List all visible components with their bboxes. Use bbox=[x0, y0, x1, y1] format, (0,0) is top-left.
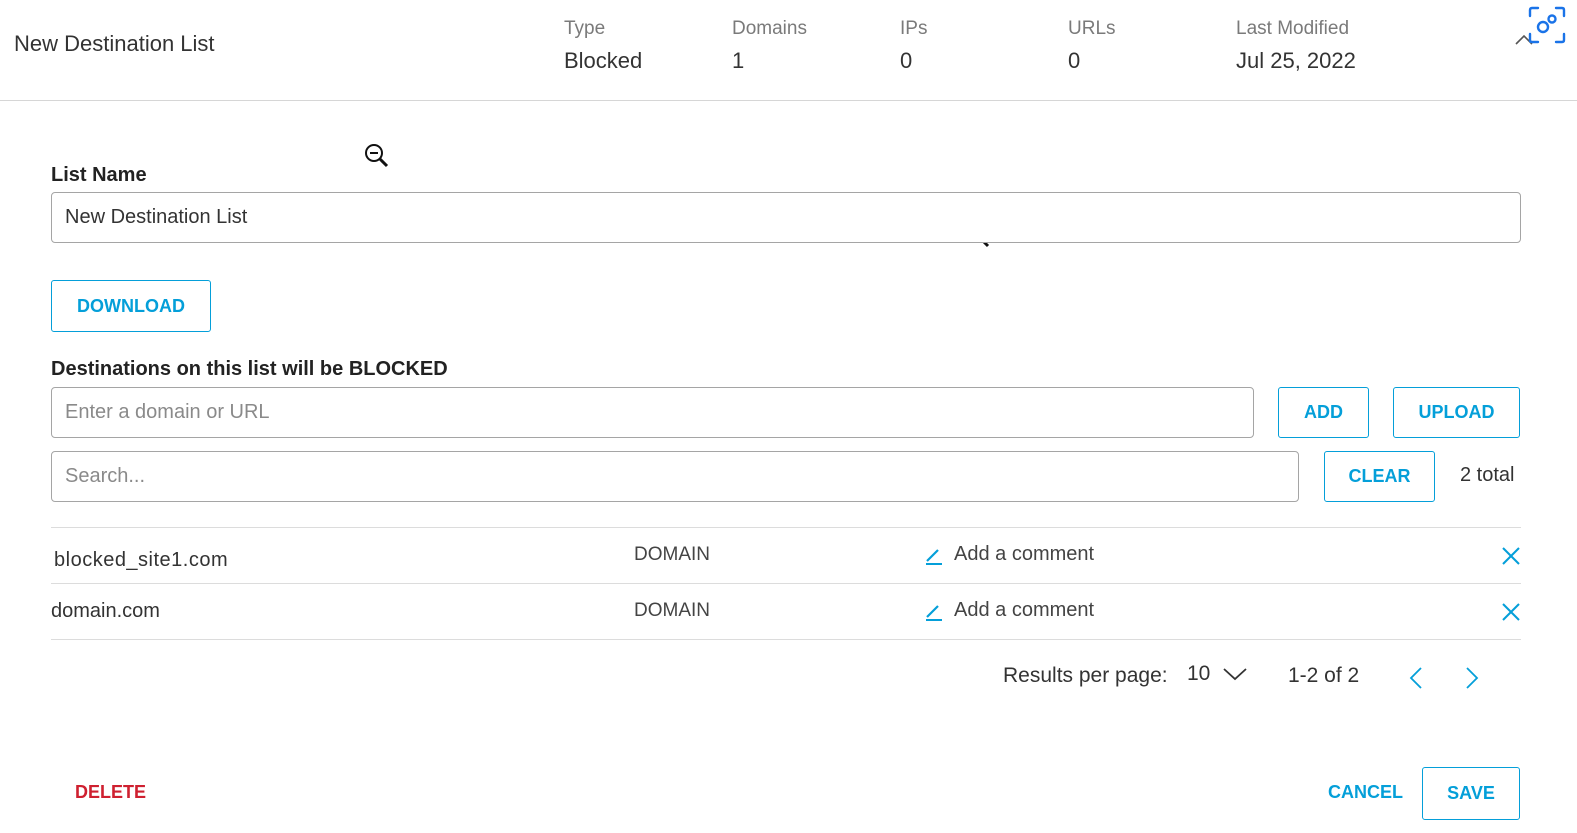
table-divider bbox=[51, 639, 1521, 640]
results-per-page-value: 10 bbox=[1187, 662, 1211, 685]
screen-capture-icon[interactable] bbox=[1526, 4, 1568, 46]
table-divider bbox=[51, 527, 1521, 528]
list-name-input[interactable] bbox=[51, 192, 1521, 243]
add-comment-link[interactable]: Add a comment bbox=[924, 599, 1094, 622]
pencil-icon bbox=[926, 604, 942, 621]
meta-type-label: Type bbox=[564, 18, 606, 39]
destination-cell: blocked_site1.com bbox=[54, 549, 229, 571]
type-cell: DOMAIN bbox=[634, 544, 710, 565]
list-title: New Destination List bbox=[14, 31, 215, 56]
meta-ips-label: IPs bbox=[900, 18, 928, 39]
total-count: 2 total bbox=[1460, 464, 1515, 486]
close-icon[interactable] bbox=[1500, 601, 1522, 623]
results-per-page-select[interactable]: 10 bbox=[1187, 662, 1248, 686]
pencil-icon bbox=[926, 548, 942, 565]
delete-button[interactable]: DELETE bbox=[75, 782, 146, 803]
list-name-label: List Name bbox=[51, 164, 147, 186]
table-divider bbox=[51, 583, 1521, 584]
zoom-out-cursor-icon bbox=[365, 144, 389, 168]
list-header: New Destination List Type Blocked Domain… bbox=[0, 0, 1577, 101]
chevron-left-icon[interactable] bbox=[1405, 665, 1427, 691]
meta-ips-value: 0 bbox=[900, 48, 913, 73]
cancel-button[interactable]: CANCEL bbox=[1328, 782, 1403, 803]
results-per-page-label: Results per page: bbox=[1003, 664, 1168, 687]
meta-type-value: Blocked bbox=[564, 48, 643, 73]
add-button[interactable]: ADD bbox=[1278, 387, 1369, 438]
download-button[interactable]: DOWNLOAD bbox=[51, 280, 211, 332]
destinations-label: Destinations on this list will be BLOCKE… bbox=[51, 358, 448, 380]
meta-urls-value: 0 bbox=[1068, 48, 1081, 73]
meta-domains-value: 1 bbox=[732, 48, 745, 73]
meta-last-modified-label: Last Modified bbox=[1236, 18, 1350, 39]
chevron-right-icon[interactable] bbox=[1461, 665, 1483, 691]
upload-button[interactable]: UPLOAD bbox=[1393, 387, 1520, 438]
meta-urls-label: URLs bbox=[1068, 18, 1116, 39]
domain-input[interactable] bbox=[51, 387, 1254, 438]
meta-ips: IPs 0 bbox=[900, 18, 927, 74]
type-cell: DOMAIN bbox=[634, 600, 710, 621]
meta-domains: Domains 1 bbox=[732, 18, 807, 74]
add-comment-text: Add a comment bbox=[954, 599, 1095, 621]
close-icon[interactable] bbox=[1500, 545, 1522, 567]
search-input[interactable] bbox=[51, 451, 1299, 502]
meta-urls: URLs 0 bbox=[1068, 18, 1116, 74]
save-button[interactable]: SAVE bbox=[1422, 767, 1520, 820]
clear-button[interactable]: CLEAR bbox=[1324, 451, 1435, 502]
add-comment-link[interactable]: Add a comment bbox=[924, 543, 1094, 566]
meta-last-modified-value: Jul 25, 2022 bbox=[1236, 48, 1356, 73]
pagination-range: 1-2 of 2 bbox=[1288, 664, 1360, 687]
meta-last-modified: Last Modified Jul 25, 2022 bbox=[1236, 18, 1356, 74]
meta-domains-label: Domains bbox=[732, 18, 807, 39]
add-comment-text: Add a comment bbox=[954, 543, 1095, 565]
meta-type: Type Blocked bbox=[564, 18, 642, 74]
destination-cell: domain.com bbox=[51, 600, 160, 622]
chevron-down-icon bbox=[1223, 668, 1247, 681]
